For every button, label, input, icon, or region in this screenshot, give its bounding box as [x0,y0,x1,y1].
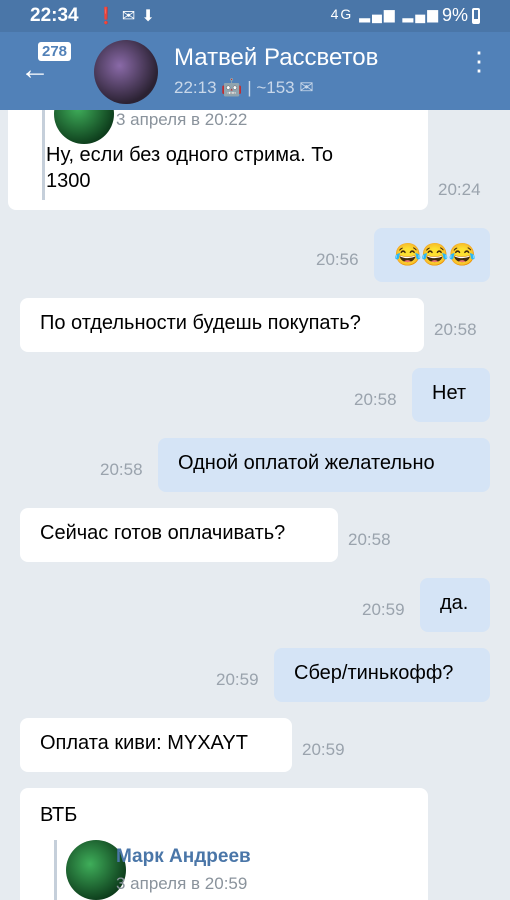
message-time: 20:24 [438,180,481,199]
message-incoming[interactable]: Оплата киви: MYXAYT [20,718,292,772]
messages-count: ~153 [256,78,295,97]
battery-icon [472,8,480,24]
contact-name[interactable]: Матвей Рассветов [174,44,378,72]
last-seen-time: 22:13 [174,78,217,97]
forward-line [42,110,45,200]
message-time: 20:59 [216,670,259,689]
message-incoming[interactable]: Сейчас готов оплачивать? [20,508,338,562]
message-incoming-forwarded[interactable]: 3 апреля в 20:22 Ну, если без одного стр… [8,110,428,210]
status-bar: 22:34 ❗✉⬇ 4G ▂▄▆ ▂▄▆ 9% [0,0,510,32]
message-text: Нет [432,382,467,404]
network-type: 4G [330,6,354,22]
forwarded-date: 3 апреля в 20:59 [116,874,248,893]
message-time: 20:59 [362,600,405,619]
message-outgoing[interactable]: Одной оплатой желательно [158,438,490,492]
forwarded-avatar [54,110,114,144]
unread-badge: 278 [38,42,72,61]
message-time: 20:58 [100,460,143,479]
message-text: 1300 [46,170,91,192]
forwarded-author[interactable]: Марк Андреев [116,846,251,868]
message-outgoing[interactable]: Сбер/тинькофф? [274,648,490,702]
message-incoming-forwarded[interactable]: ВТБ Марк Андреев 3 апреля в 20:59 [20,788,428,900]
envelope-icon: ✉ [299,78,314,97]
message-text: Сбер/тинькофф? [294,662,454,684]
message-text: Сейчас готов оплачивать? [40,522,286,544]
contact-status: 22:13 🤖 | ~153 ✉ [174,78,314,98]
message-time: 20:56 [316,250,359,269]
message-text: Одной оплатой желательно [178,452,435,474]
message-outgoing[interactable]: да. [420,578,490,632]
status-time: 22:34 [30,5,79,26]
message-time: 20:58 [354,390,397,409]
forward-line [54,840,57,900]
notification-icons: ❗✉⬇ [96,8,161,25]
battery-percent: 9% [441,5,468,25]
avatar[interactable] [94,40,158,104]
message-outgoing[interactable]: Нет [412,368,490,422]
status-separator: | [247,78,252,97]
more-menu-icon[interactable]: ⋮ [466,48,492,74]
message-text: Оплата киви: MYXAYT [40,732,248,754]
message-text: да. [440,592,469,614]
signal-icon: 4G ▂▄▆ ▂▄▆ [330,6,440,22]
forwarded-date: 3 апреля в 20:22 [116,110,248,129]
message-text: 😂😂😂 [394,242,477,267]
message-text: Ну, если без одного стрима. То [46,144,333,166]
message-outgoing[interactable]: 😂😂😂 [374,228,490,282]
message-time: 20:59 [302,740,345,759]
message-text: По отдельности будешь покупать? [40,312,361,334]
message-text: ВТБ [40,804,78,826]
message-time: 20:58 [348,530,391,549]
android-icon: 🤖 [221,78,243,97]
message-list[interactable]: 3 апреля в 20:22 Ну, если без одного стр… [0,110,510,900]
message-incoming[interactable]: По отдельности будешь покупать? [20,298,424,352]
message-time: 20:58 [434,320,477,339]
chat-header: ← 278 Матвей Рассветов 22:13 🤖 | ~153 ✉ … [0,32,510,110]
